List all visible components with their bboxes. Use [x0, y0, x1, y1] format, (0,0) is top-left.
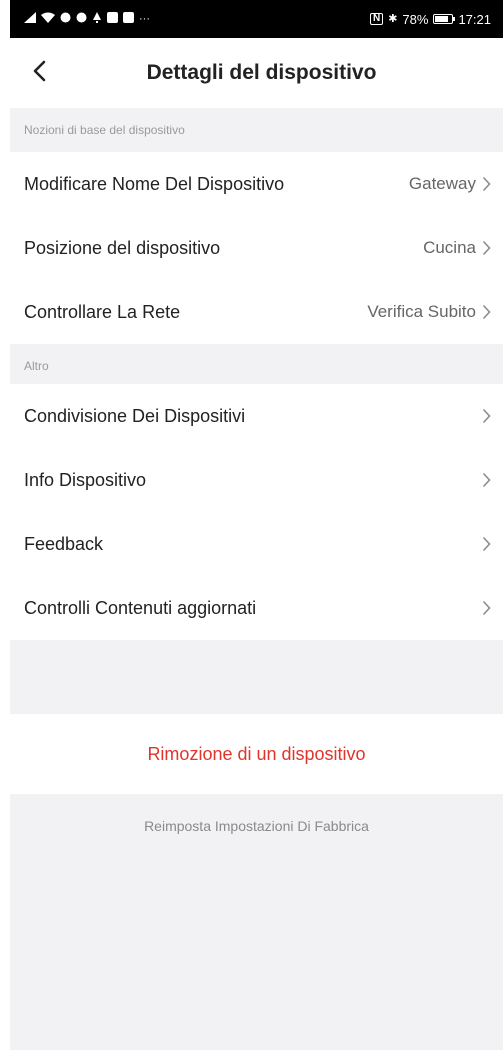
row-check-updates[interactable]: Controlli Contenuti aggiornati — [10, 576, 503, 640]
row-label: Condivisione Dei Dispositivi — [24, 405, 246, 426]
back-button[interactable] — [26, 60, 52, 86]
app-icon — [123, 12, 134, 26]
status-bar: ··· N ✱ 78% 17:21 — [10, 0, 503, 38]
bluetooth-icon: ✱ — [388, 12, 398, 25]
row-label: Modificare Nome Del Dispositivo — [24, 173, 285, 194]
row-value: Verifica Subito — [367, 302, 476, 321]
section-header-basics: Nozioni di base del dispositivo — [10, 108, 503, 152]
row-label: Controllare La Rete — [24, 301, 181, 322]
section-header-other: Altro — [10, 348, 503, 384]
row-label: Info Dispositivo — [24, 469, 147, 490]
signal-icon — [24, 12, 36, 26]
chevron-left-icon — [32, 60, 46, 87]
row-feedback[interactable]: Feedback — [10, 512, 503, 576]
other-group: Condivisione Dei Dispositivi Info Dispos… — [10, 384, 503, 640]
row-label: Posizione del dispositivo — [24, 237, 221, 258]
chevron-right-icon — [482, 304, 491, 320]
row-value: Gateway — [408, 174, 476, 193]
row-check-network[interactable]: Controllare La Rete Verifica Subito — [10, 280, 503, 344]
row-right: Verifica Subito — [367, 302, 491, 322]
status-left-icons: ··· — [24, 12, 150, 26]
row-right: Gateway — [409, 174, 491, 194]
battery-icon — [433, 14, 456, 24]
page-title: Dettagli del dispositivo — [146, 61, 377, 84]
data-icon — [60, 12, 71, 26]
nav-bar: Dettagli del dispositivo — [10, 38, 503, 108]
data-icon — [76, 12, 87, 26]
notification-icon — [92, 12, 102, 26]
battery-fill — [435, 16, 448, 22]
factory-reset-link[interactable]: Reimposta Impostazioni Di Fabbrica — [10, 794, 503, 834]
chevron-right-icon — [482, 472, 491, 488]
row-device-info[interactable]: Info Dispositivo — [10, 448, 503, 512]
status-time: 17:21 — [458, 11, 491, 27]
row-device-location[interactable]: Posizione del dispositivo Cucina — [10, 216, 503, 280]
battery-percentage: 78% — [402, 11, 429, 27]
actions-spacer — [10, 640, 503, 714]
nfc-icon: N — [369, 13, 384, 25]
basics-group: Modificare Nome Del Dispositivo Gateway … — [10, 152, 503, 344]
row-right: Cucina — [423, 238, 491, 258]
chevron-right-icon — [482, 600, 491, 616]
status-right-icons: N ✱ 78% 17:21 — [369, 11, 491, 27]
remove-device-button[interactable]: Rimozione di un dispositivo — [10, 714, 503, 794]
row-device-sharing[interactable]: Condivisione Dei Dispositivi — [10, 384, 503, 448]
row-device-name[interactable]: Modificare Nome Del Dispositivo Gateway — [10, 152, 503, 216]
row-value: Cucina — [423, 238, 476, 257]
chevron-right-icon — [482, 536, 491, 552]
row-label: Controlli Contenuti aggiornati — [24, 597, 257, 618]
more-icon: ··· — [139, 12, 150, 25]
row-label: Feedback — [24, 533, 104, 554]
app-screen: ··· N ✱ 78% 17:21 Dettagli del dispositi… — [10, 0, 503, 1050]
chevron-right-icon — [482, 408, 491, 424]
chevron-right-icon — [482, 176, 491, 192]
chevron-right-icon — [482, 240, 491, 256]
app-icon — [107, 12, 118, 26]
wifi-icon — [41, 12, 55, 26]
